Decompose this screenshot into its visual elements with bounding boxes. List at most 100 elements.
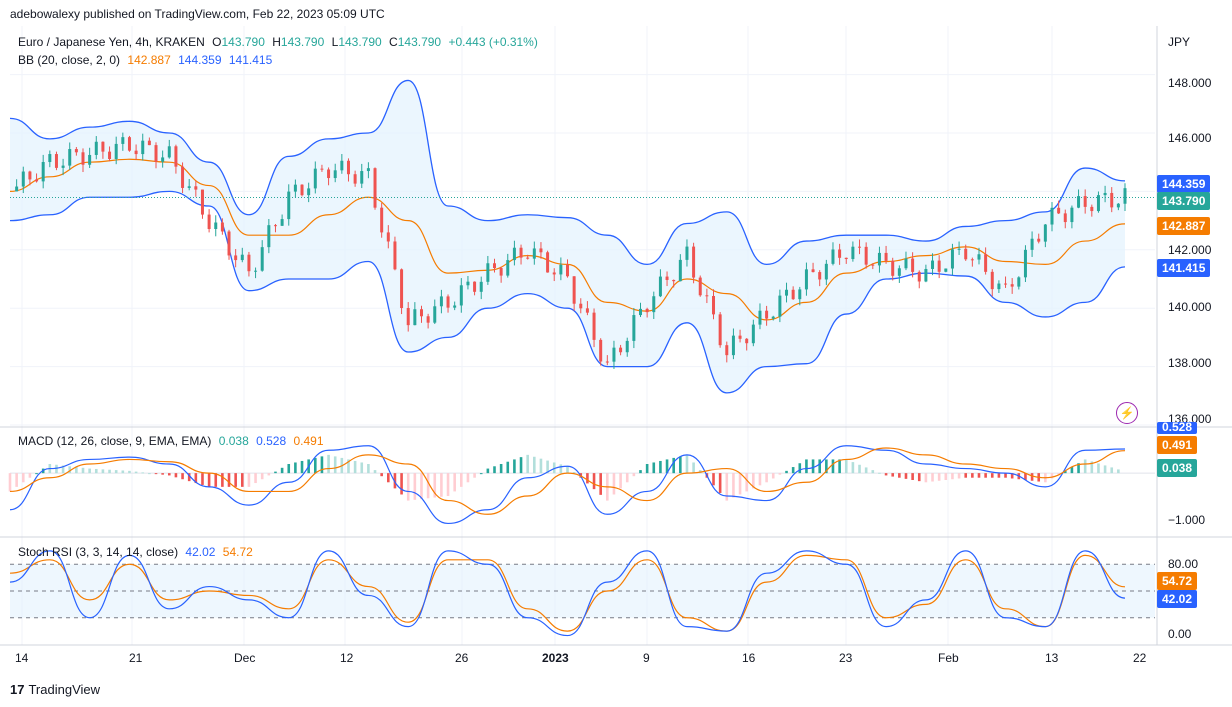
stoch-legend[interactable]: Stoch RSI (3, 3, 14, 14, close) 42.02 54… (18, 545, 257, 559)
macd-hist-bar (679, 456, 682, 474)
macd-legend[interactable]: MACD (12, 26, close, 9, EMA, EMA) 0.038 … (18, 434, 328, 448)
candle-body (1004, 283, 1008, 285)
macd-hist-bar (572, 472, 576, 474)
time-tick: Feb (938, 651, 959, 665)
macd-hist-bar (1110, 467, 1114, 474)
candle-body (1010, 284, 1014, 287)
candle-body (950, 249, 954, 269)
stoch-k-tag: 42.02 (1157, 590, 1198, 608)
candle-body (725, 345, 729, 356)
macd-hist-bar (148, 473, 151, 475)
chart-area[interactable] (0, 26, 1232, 676)
macd-hist-bar (639, 470, 642, 474)
macd-hist-bar (586, 473, 589, 484)
candle-body (280, 219, 284, 226)
candle-body (439, 296, 443, 307)
close-value: 143.790 (397, 35, 442, 49)
candle-body (632, 315, 636, 341)
candle-body (327, 169, 331, 179)
macd-hist-bar (420, 473, 423, 500)
macd-hist-bar (167, 473, 171, 476)
brand-name: TradingView (28, 682, 101, 697)
macd-hist-bar (599, 473, 602, 495)
symbol-name[interactable]: Euro / Japanese Yen, 4h, KRAKEN (18, 35, 205, 49)
candle-body (705, 295, 709, 297)
candle-body (532, 248, 536, 259)
candle-body (1077, 196, 1081, 208)
time-tick: 21 (129, 651, 143, 665)
macd-hist-bar (426, 473, 430, 499)
macd-hist-bar (539, 458, 543, 474)
stoch-tick: 0.00 (1168, 627, 1192, 641)
candle-body (937, 260, 941, 272)
macd-hist-bar (21, 473, 25, 483)
candle-body (539, 248, 543, 253)
macd-hist-bar (964, 473, 968, 478)
macd-pane (8, 445, 1155, 525)
low-value: 143.790 (338, 35, 382, 49)
price-tick: 138.000 (1168, 356, 1212, 370)
candle-body (54, 154, 58, 168)
macd-hist-bar (406, 473, 410, 501)
macd-hist-bar (154, 473, 158, 475)
macd-hist-bar (1117, 469, 1120, 474)
macd-line-value: 0.528 (256, 434, 287, 448)
macd-hist-bar (486, 468, 490, 474)
macd-hist-bar (1103, 465, 1107, 474)
stoch-rsi-pane (9, 550, 1155, 637)
candle-body (765, 310, 769, 319)
macd-hist-bar (632, 473, 636, 477)
macd-hist-bar (1083, 459, 1087, 474)
macd-hist-bar (984, 473, 987, 478)
currency-label: JPY (1168, 35, 1191, 49)
stoch-label: Stoch RSI (3, 3, 14, 14, close) (18, 545, 179, 559)
time-tick: Dec (234, 651, 256, 665)
macd-hist-bar (466, 473, 470, 483)
candle-body (35, 179, 39, 182)
candle-body (599, 339, 603, 362)
stoch-k-value: 42.02 (185, 545, 216, 559)
macd-hist-bar (785, 470, 788, 474)
candle-body (101, 141, 105, 152)
macd-hist-bar (838, 459, 841, 474)
candle-body (492, 263, 496, 269)
macd-hist-bar (234, 473, 237, 487)
macd-hist-bar (201, 473, 204, 485)
macd-hist-bar (738, 473, 742, 495)
macd-hist-bar (805, 459, 808, 474)
footer-brand[interactable]: 17 TradingView (10, 682, 100, 697)
bb-legend[interactable]: BB (20, close, 2, 0) 142.887 144.359 141… (18, 53, 276, 67)
candle-body (884, 252, 888, 261)
macd-hist-bar (499, 464, 503, 474)
macd-hist-bar (937, 473, 941, 481)
candle-body (187, 186, 191, 188)
candle-body (15, 186, 19, 192)
candle-body (1103, 192, 1107, 196)
time-tick: 16 (742, 651, 756, 665)
bb-mid-value: 142.887 (127, 53, 171, 67)
lightning-icon[interactable]: ⚡ (1116, 402, 1138, 424)
macd-hist-bar (101, 469, 105, 474)
candle-body (373, 168, 377, 208)
macd-hist-bar (15, 473, 18, 487)
candle-body (917, 271, 921, 282)
candle-body (459, 285, 463, 306)
macd-hist-bar (745, 473, 748, 492)
candle-body (931, 260, 935, 269)
candle-body (778, 295, 782, 317)
close-label: C (389, 35, 398, 49)
macd-hist-bar (878, 472, 881, 474)
macd-hist-bar (28, 473, 32, 478)
candle-body (506, 260, 510, 276)
macd-hist-bar (791, 467, 795, 474)
candle-body (413, 309, 417, 326)
candle-body (1030, 238, 1034, 250)
macd-hist-bar (55, 464, 58, 474)
candle-body (977, 254, 981, 260)
bb-lower-tag: 141.415 (1157, 259, 1211, 277)
macd-hist-bar (692, 462, 695, 474)
candle-body (844, 257, 848, 260)
candle-body (479, 281, 483, 292)
macd-hist-bar (327, 454, 330, 474)
macd-hist-bar (227, 473, 231, 487)
